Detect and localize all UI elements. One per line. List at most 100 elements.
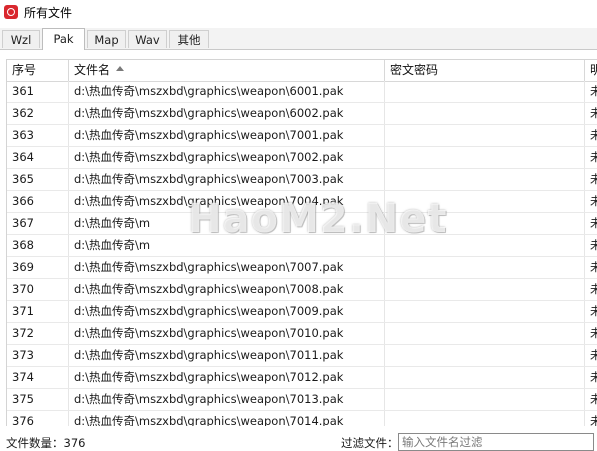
title-bar: 所有文件 [0,0,597,24]
row-status: 未 [585,169,597,190]
table-row[interactable]: 372 d:\热血传奇\mszxbd\graphics\weapon\7010.p… [7,323,597,345]
row-index: 363 [7,125,69,146]
table-row[interactable]: 370 d:\热血传奇\mszxbd\graphics\weapon\7008.p… [7,279,597,301]
row-password [385,301,585,322]
table-row[interactable]: 362 d:\热血传奇\mszxbd\graphics\weapon\6002.p… [7,103,597,125]
row-password [385,279,585,300]
row-filename: d:\热血传奇\mszxbd\graphics\weapon\6001.pak [69,81,385,102]
row-password [385,103,585,124]
table-row[interactable]: 366 d:\热血传奇\mszxbd\graphics\weapon\7004.p… [7,191,597,213]
row-status: 未 [585,257,597,278]
row-password [385,235,585,256]
tab-other[interactable]: 其他 [169,30,209,48]
row-status: 未 [585,147,597,168]
row-password [385,257,585,278]
row-password [385,147,585,168]
row-password [385,191,585,212]
row-filename: d:\热血传奇\mszxbd\graphics\weapon\7011.pak [69,345,385,366]
table-row[interactable]: 368d:\热血传奇\m 未 [7,235,597,257]
table-row[interactable]: 376 d:\热血传奇\mszxbd\graphics\weapon\7014.p… [7,411,597,426]
tab-wav[interactable]: Wav [128,30,167,48]
row-status: 未 [585,213,597,234]
row-filename: d:\热血传奇\mszxbd\graphics\weapon\7003.pak [69,169,385,190]
row-filename: d:\热血传奇\mszxbd\graphics\weapon\7007.pak [69,257,385,278]
row-index: 361 [7,81,69,102]
status-footer: 文件数量：376 过滤文件： [0,430,597,451]
row-password [385,213,585,234]
row-status: 未 [585,191,597,212]
row-filename: d:\热血传奇\m [69,235,385,256]
tab-wzl[interactable]: Wzl [2,30,40,48]
row-status: 未 [585,411,597,426]
filter-label: 过滤文件： [341,436,399,450]
row-filename: d:\热血传奇\mszxbd\graphics\weapon\7004.pak [69,191,385,212]
table-row[interactable]: 365 d:\热血传奇\mszxbd\graphics\weapon\7003.p… [7,169,597,191]
sort-ascending-icon [116,66,125,71]
row-status: 未 [585,81,597,102]
table-row[interactable]: 367d:\热血传奇\m 未 [7,213,597,235]
table-row[interactable]: 374 d:\热血传奇\mszxbd\graphics\weapon\7012.p… [7,367,597,389]
tab-map[interactable]: Map [87,30,126,48]
file-list-table[interactable]: 序号 文件名 密文密码 明 361d:\热血传奇\mszxbd\graphics… [6,59,597,426]
row-status: 未 [585,235,597,256]
app-icon [4,5,18,19]
table-row[interactable]: 363 d:\热血传奇\mszxbd\graphics\weapon\7001.p… [7,125,597,147]
row-password [385,169,585,190]
row-password [385,367,585,388]
row-password [385,389,585,410]
table-row[interactable]: 361 d:\热血传奇\mszxbd\graphics\weapon\6001.p… [7,81,597,103]
column-header-filename[interactable]: 文件名 [69,60,385,81]
row-password [385,125,585,146]
row-index: 366 [7,191,69,212]
row-index: 374 [7,367,69,388]
table-row[interactable]: 364 d:\热血传奇\mszxbd\graphics\weapon\7002.p… [7,147,597,169]
row-status: 未 [585,389,597,410]
table-row[interactable]: 375 d:\热血传奇\mszxbd\graphics\weapon\7013.p… [7,389,597,411]
row-index: 364 [7,147,69,168]
row-filename: d:\热血传奇\mszxbd\graphics\weapon\6002.pak [69,103,385,124]
file-count: 文件数量：376 [6,436,86,450]
row-status: 未 [585,301,597,322]
row-index: 370 [7,279,69,300]
row-filename: d:\热血传奇\mszxbd\graphics\weapon\7008.pak [69,279,385,300]
column-header-index[interactable]: 序号 [7,60,69,81]
row-password [385,411,585,426]
table-row[interactable]: 371 d:\热血传奇\mszxbd\graphics\weapon\7009.p… [7,301,597,323]
row-status: 未 [585,323,597,344]
row-index: 372 [7,323,69,344]
row-index: 365 [7,169,69,190]
row-index: 362 [7,103,69,124]
row-filename: d:\热血传奇\mszxbd\graphics\weapon\7001.pak [69,125,385,146]
row-filename: d:\热血传奇\mszxbd\graphics\weapon\7012.pak [69,367,385,388]
row-index: 371 [7,301,69,322]
row-status: 未 [585,279,597,300]
table-header: 序号 文件名 密文密码 明 [7,60,597,82]
row-filename: d:\热血传奇\mszxbd\graphics\weapon\7009.pak [69,301,385,322]
row-index: 373 [7,345,69,366]
row-index: 369 [7,257,69,278]
tab-pak[interactable]: Pak [42,28,85,50]
table-row[interactable]: 373 d:\热血传奇\mszxbd\graphics\weapon\7011.p… [7,345,597,367]
window-title: 所有文件 [24,5,73,20]
row-status: 未 [585,367,597,388]
row-status: 未 [585,125,597,146]
column-header-plain[interactable]: 明 [585,60,597,81]
row-filename: d:\热血传奇\mszxbd\graphics\weapon\7013.pak [69,389,385,410]
row-filename: d:\热血传奇\mszxbd\graphics\weapon\7014.pak [69,411,385,426]
row-index: 375 [7,389,69,410]
column-header-password[interactable]: 密文密码 [385,60,585,81]
row-status: 未 [585,103,597,124]
row-password [385,323,585,344]
row-filename: d:\热血传奇\mszxbd\graphics\weapon\7002.pak [69,147,385,168]
row-filename: d:\热血传奇\m [69,213,385,234]
row-filename: d:\热血传奇\mszxbd\graphics\weapon\7010.pak [69,323,385,344]
table-row[interactable]: 369 d:\热血传奇\mszxbd\graphics\weapon\7007.p… [7,257,597,279]
filter-input[interactable] [398,433,594,451]
row-password [385,345,585,366]
tab-strip: Wzl Pak Map Wav 其他 [0,28,597,50]
row-index: 368 [7,235,69,256]
row-index: 376 [7,411,69,426]
row-index: 367 [7,213,69,234]
row-password [385,81,585,102]
row-status: 未 [585,345,597,366]
